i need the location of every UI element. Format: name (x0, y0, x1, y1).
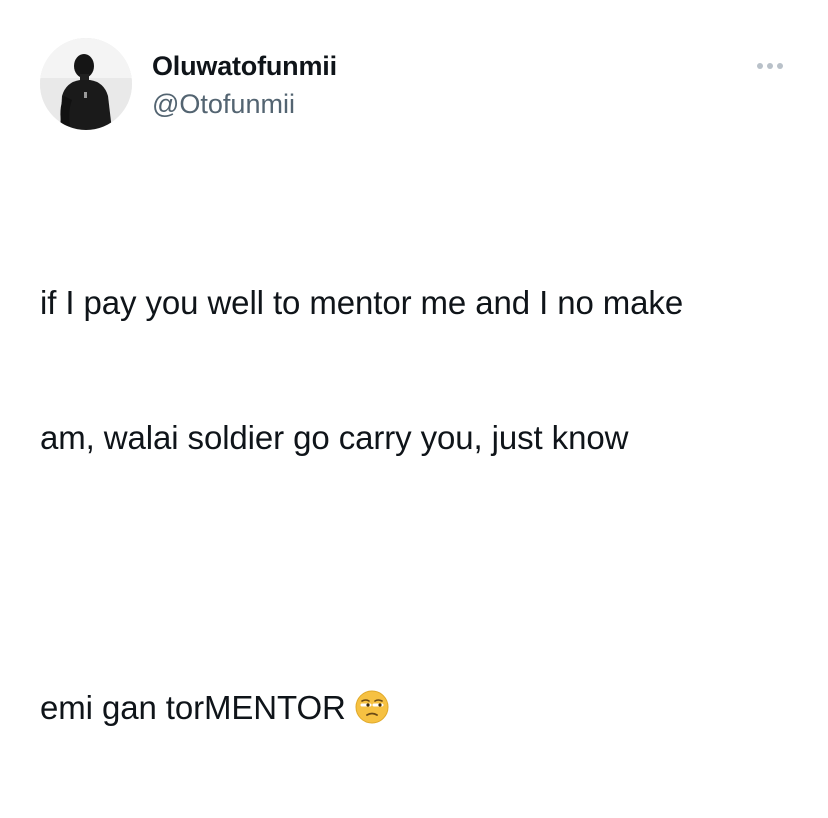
user-handle[interactable]: @Otofunmii (152, 88, 295, 120)
more-horizontal-icon (767, 63, 773, 69)
avatar[interactable] (40, 38, 132, 130)
more-options-button[interactable] (750, 52, 790, 80)
tweet-card: Oluwatofunmii @Otofunmii if I pay you we… (0, 0, 828, 726)
display-name[interactable]: Oluwatofunmii (152, 50, 337, 82)
more-horizontal-icon (777, 63, 783, 69)
tweet-text: if I pay you well to mentor me and I no … (40, 190, 800, 818)
tweet-text-line: emi gan torMENTOR (40, 685, 800, 730)
unamused-face-emoji-icon (354, 689, 390, 725)
tweet-text-line: if I pay you well to mentor me and I no … (40, 284, 684, 321)
tweet-text-line: am, walai soldier go carry you, just kno… (40, 419, 629, 456)
profile-photo-icon (40, 38, 132, 130)
more-horizontal-icon (757, 63, 763, 69)
tweet-text-fragment: emi gan torMENTOR (40, 689, 346, 726)
